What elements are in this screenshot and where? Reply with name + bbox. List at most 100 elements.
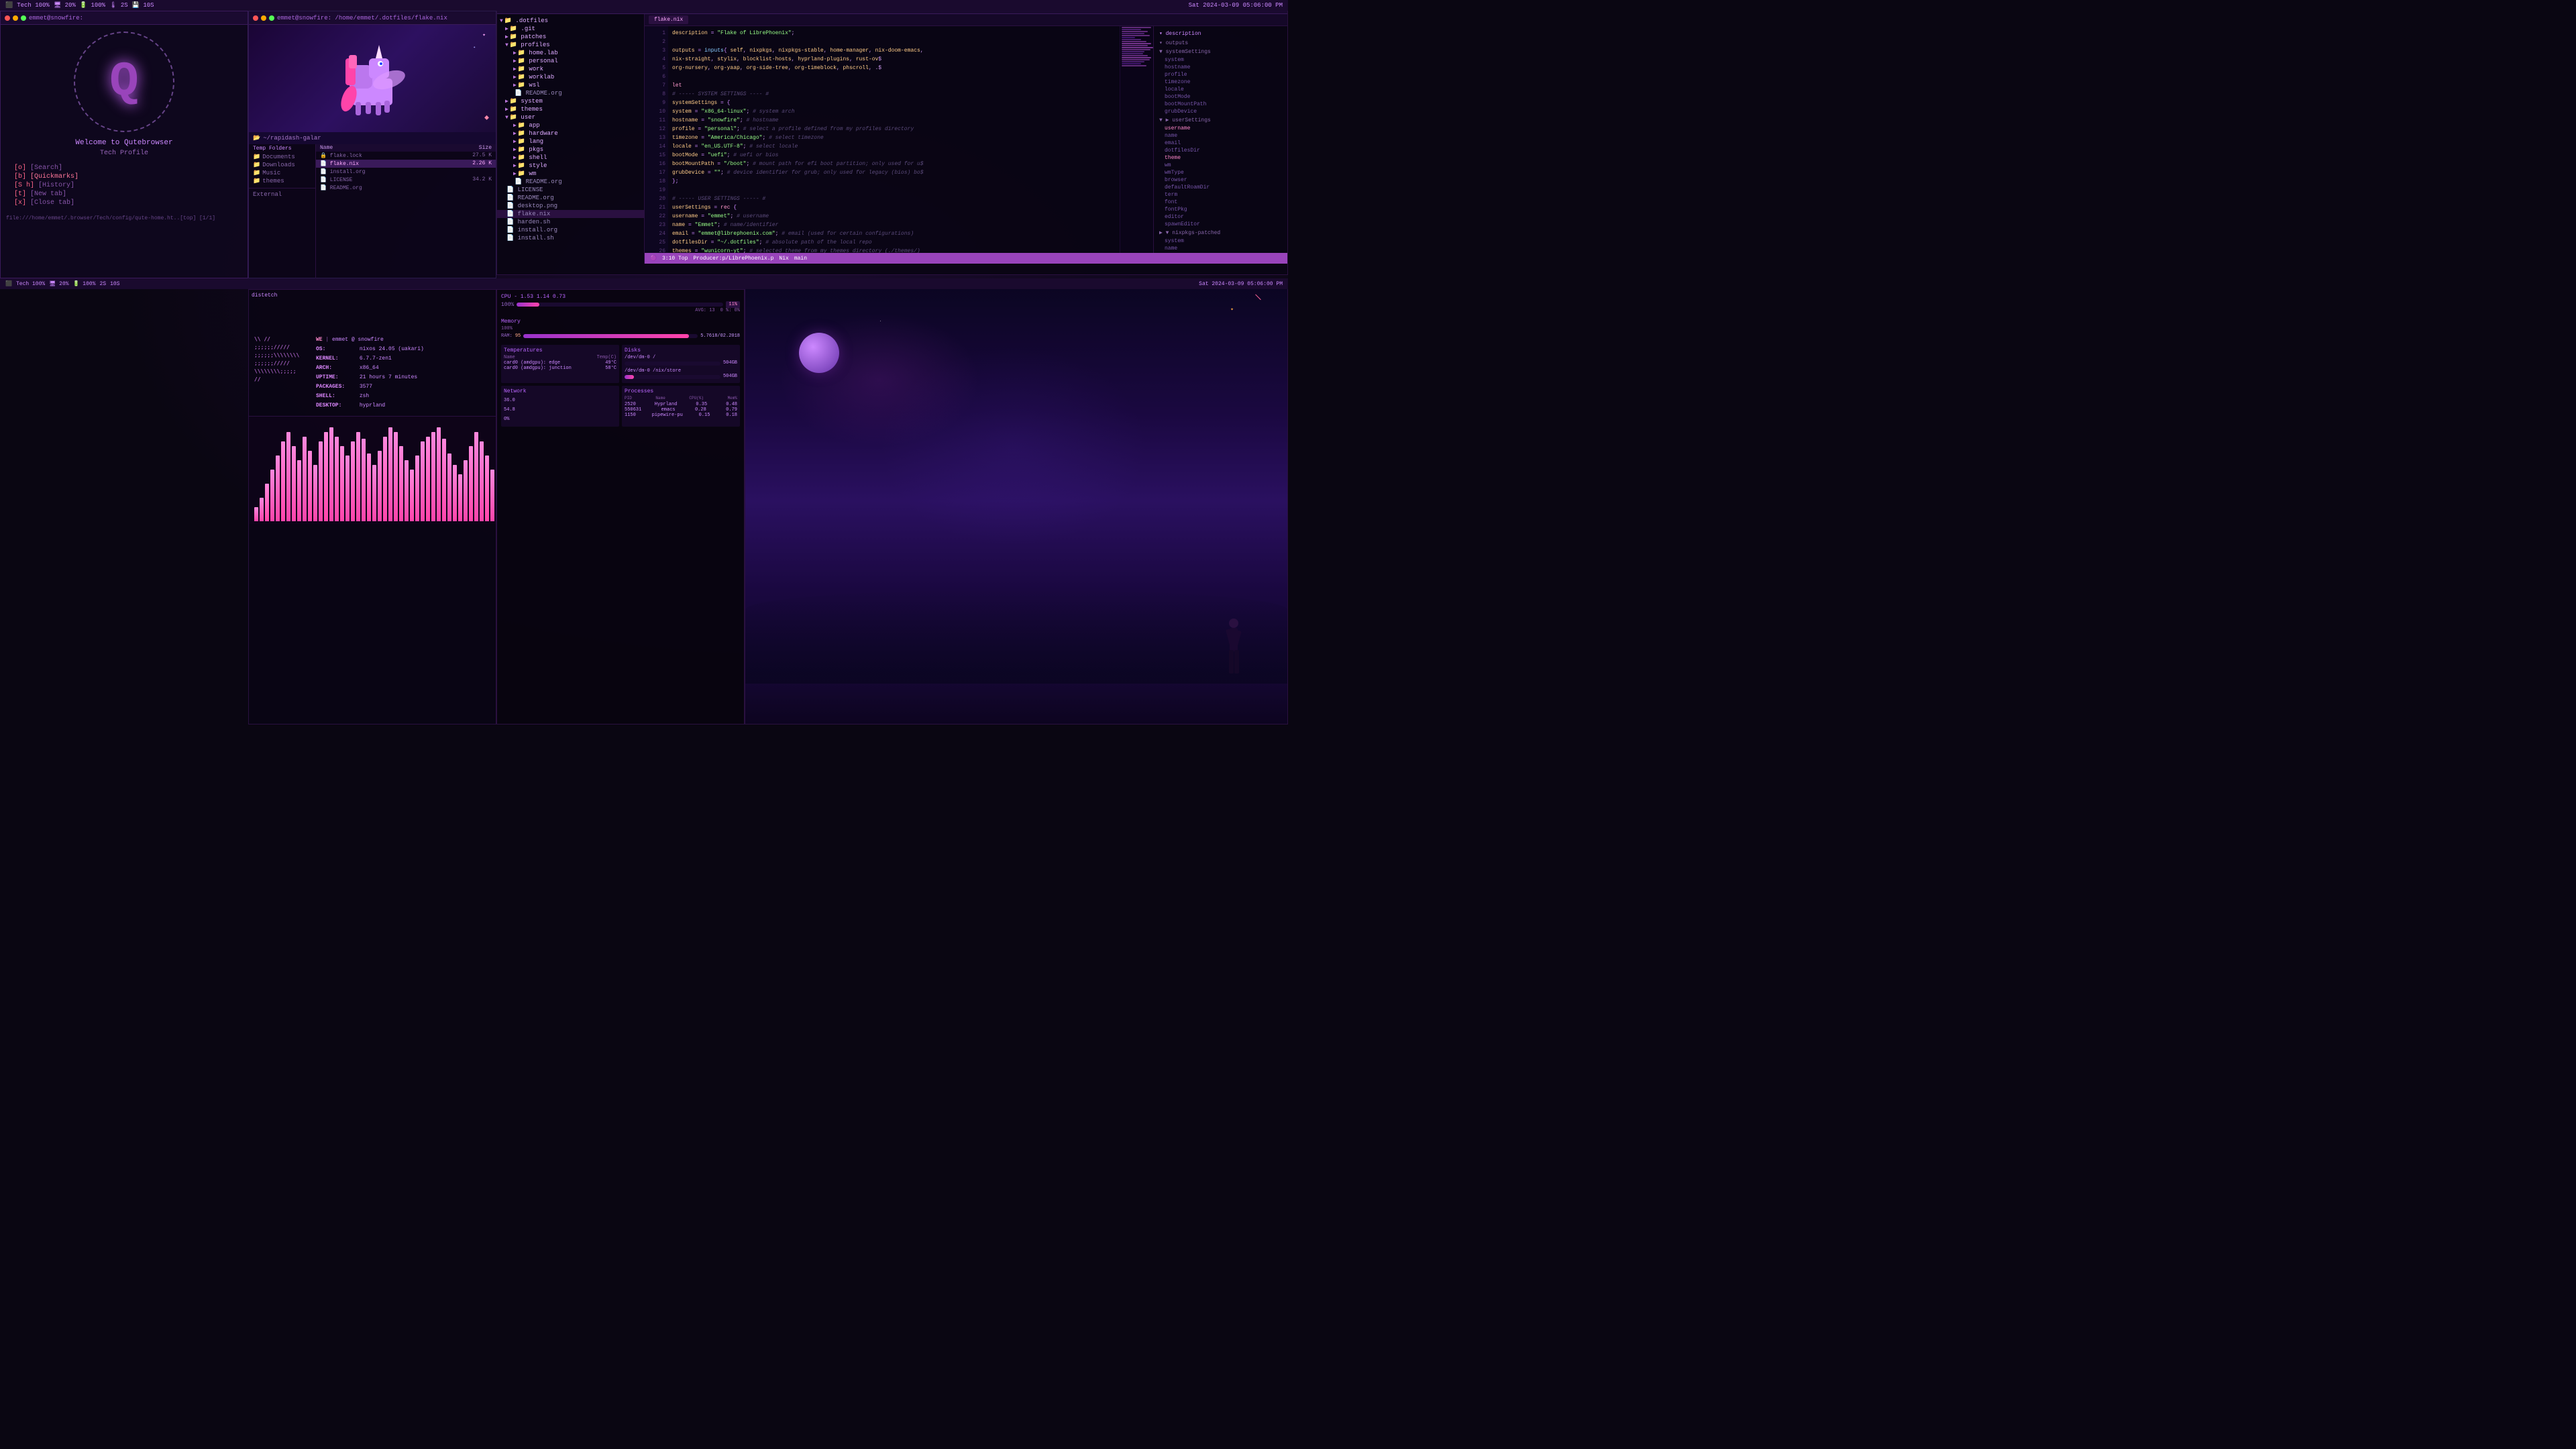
tree-readme-root[interactable]: 📄 README.org [497, 194, 644, 202]
tree-work[interactable]: ▶📁 work [497, 65, 644, 73]
pony-art-area: ✦ ✦ ⬥ [249, 25, 496, 132]
filemgr-file-flakenix[interactable]: 📄 flake.nix2.26 K [316, 160, 496, 168]
tree-root[interactable]: ▼📁 .dotfiles [497, 17, 644, 25]
tree-installorg-root[interactable]: 📄 install.org [497, 226, 644, 234]
tree-license[interactable]: 📄 LICENSE [497, 186, 644, 194]
filemgr-external[interactable]: External [249, 188, 315, 199]
sysmon-disks-title: Disks [625, 347, 737, 354]
tree-lang[interactable]: ▶📁 lang [497, 138, 644, 146]
filemgr-file-readmeorg[interactable]: 📄 README.org [316, 184, 496, 192]
terminal-cmd-area[interactable]: distetch [249, 290, 496, 330]
tree-themes[interactable]: ▶📁 themes [497, 105, 644, 113]
outline-theme[interactable]: theme [1154, 154, 1287, 162]
outline-bootmode[interactable]: bootMode [1154, 93, 1287, 101]
filemgr-file-flakelock[interactable]: 🔒 flake.lock27.5 K [316, 152, 496, 160]
tree-personal[interactable]: ▶📁 personal [497, 57, 644, 65]
outline-username[interactable]: username [1154, 125, 1287, 132]
tree-user[interactable]: ▼📁 user [497, 113, 644, 121]
code-tab-active[interactable]: flake.nix [649, 15, 688, 24]
nf-sep: | [325, 337, 329, 343]
filemgr-documents[interactable]: 📁Documents [249, 153, 315, 161]
outline-dotfilesdir[interactable]: dotfilesDir [1154, 147, 1287, 154]
min-btn-fm[interactable] [261, 15, 266, 21]
code-text[interactable]: description = "Flake of LibrePhoenix"; o… [668, 26, 1120, 253]
vis-bar-23 [378, 451, 382, 521]
outline-bootmountpath[interactable]: bootMountPath [1154, 101, 1287, 108]
outline-locale[interactable]: locale [1154, 86, 1287, 93]
tree-homelab[interactable]: ▶📁 home.lab [497, 49, 644, 57]
outline-systemsettings[interactable]: ▼ systemSettings [1154, 48, 1287, 56]
outline-profile[interactable]: profile [1154, 71, 1287, 78]
outline-name[interactable]: name [1154, 132, 1287, 140]
tree-flakenix[interactable]: 📄 flake.nix [497, 210, 644, 218]
outline-term[interactable]: term [1154, 191, 1287, 199]
outline-fontpkg[interactable]: fontPkg [1154, 206, 1287, 213]
outline-usersettings[interactable]: ▼ ▶ userSettings [1154, 115, 1287, 125]
outline-editor[interactable]: editor [1154, 213, 1287, 221]
outline-np-name[interactable]: name [1154, 245, 1287, 252]
outline-defaultroamdir[interactable]: defaultRoamDir [1154, 184, 1287, 191]
outline-system[interactable]: system [1154, 56, 1287, 64]
browser-profile-text: Tech Profile [1, 150, 248, 157]
tree-wm[interactable]: ▶📁 wm [497, 170, 644, 178]
filemgr-downloads[interactable]: 📁Downloads [249, 161, 315, 169]
filemgr-file-installorg[interactable]: 📄 install.org [316, 168, 496, 176]
proc-3-name: pipewire-pu [652, 413, 683, 418]
outline-font[interactable]: font [1154, 199, 1287, 206]
tree-app[interactable]: ▶📁 app [497, 121, 644, 129]
close-btn-fm[interactable] [253, 15, 258, 21]
cosmic-art-panel: | ✦ ✦ · [745, 279, 1287, 724]
sysmon-cpu-pct-label: 100% [501, 302, 514, 308]
max-btn-fm[interactable] [269, 15, 274, 21]
outline-np-system[interactable]: system [1154, 237, 1287, 245]
nav-quickmarks[interactable]: [b] [Quickmarks] [14, 172, 234, 181]
filemgr-file-license[interactable]: 📄 LICENSE34.2 K [316, 176, 496, 184]
tree-readme-profiles[interactable]: 📄 README.org [497, 89, 644, 97]
tree-patches[interactable]: ▶📁 patches [497, 33, 644, 41]
tree-installsh[interactable]: 📄 install.sh [497, 234, 644, 242]
minimap-line [1122, 45, 1148, 46]
outline-spawneditor[interactable]: spawnEditor [1154, 221, 1287, 228]
tree-profiles[interactable]: ▼📁 profiles [497, 41, 644, 49]
outline-timezone[interactable]: timezone [1154, 78, 1287, 86]
tree-git[interactable]: ▶📁 .git [497, 25, 644, 33]
tree-style[interactable]: ▶📁 style [497, 162, 644, 170]
tree-desktop-png[interactable]: 📄 desktop.png [497, 202, 644, 210]
proc-3-cpu: 0.15 [699, 413, 710, 418]
code-minimap [1120, 26, 1153, 253]
tree-hardensh[interactable]: 📄 harden.sh [497, 218, 644, 226]
code-line-9: systemSettings = { [672, 99, 1116, 107]
filemgr-music[interactable]: 📁Music [249, 169, 315, 177]
outline-wmtype[interactable]: wmType [1154, 169, 1287, 176]
outline-wm[interactable]: wm [1154, 162, 1287, 169]
logo-line1: \\ // [254, 335, 308, 343]
sysmon-cpu-usage: 1.53 1.14 0.73 [521, 294, 566, 300]
nav-search[interactable]: [o] [Search] [14, 164, 234, 172]
tree-pkgs[interactable]: ▶📁 pkgs [497, 146, 644, 154]
tree-wsl[interactable]: ▶📁 wsl [497, 81, 644, 89]
figure-silhouette [1220, 616, 1247, 684]
max-btn[interactable] [21, 15, 26, 21]
nav-new-tab[interactable]: [t] [New tab] [14, 190, 234, 199]
tree-hardware[interactable]: ▶📁 hardware [497, 129, 644, 138]
vis-bar-2 [265, 484, 269, 521]
outline-outputs[interactable]: ▾ outputs [1154, 38, 1287, 48]
tree-system[interactable]: ▶📁 system [497, 97, 644, 105]
close-btn[interactable] [5, 15, 10, 21]
vis-bar-3 [270, 470, 274, 521]
outline-nixpkgs-patched[interactable]: ▶ ▼ nixpkgs-patched [1154, 228, 1287, 237]
outline-browser[interactable]: browser [1154, 176, 1287, 184]
nav-close-tab[interactable]: [x] [Close tab] [14, 199, 234, 207]
statusbar-temp: 🌡 2S [109, 2, 128, 9]
outline-hostname[interactable]: hostname [1154, 64, 1287, 71]
sysmon-cpu-stats: AVG: 13 0 %: 0% [501, 308, 740, 313]
tree-readme-user[interactable]: 📄 README.org [497, 178, 644, 186]
outline-email[interactable]: email [1154, 140, 1287, 147]
min-btn[interactable] [13, 15, 18, 21]
sysmon-network-section: Network 36.0 54.8 0% [501, 386, 619, 427]
tree-worklab[interactable]: ▶📁 worklab [497, 73, 644, 81]
filemgr-themes[interactable]: 📁themes [249, 177, 315, 185]
nav-history[interactable]: [S h] [History] [14, 181, 234, 190]
tree-shell[interactable]: ▶📁 shell [497, 154, 644, 162]
outline-grubdevice[interactable]: grubDevice [1154, 108, 1287, 115]
